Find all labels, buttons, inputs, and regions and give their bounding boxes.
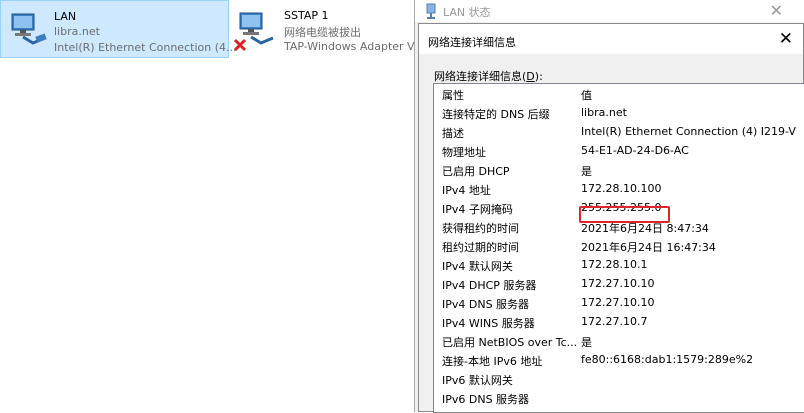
row-value: 54-E1-AD-24-D6-AC [581,144,689,157]
table-row[interactable]: 租约过期的时间 2021年6月24日 16:47:34 [434,236,804,255]
dialog-titlebar: 网络连接详细信息 ✕ [419,24,803,54]
list-label-accesskey: D [526,70,535,83]
row-property: 租约过期的时间 [442,241,519,254]
adapter-name: SSTAP 1 [284,9,329,22]
row-value: 172.27.10.7 [581,315,648,328]
table-row[interactable]: IPv4 WINS 服务器 172.27.10.7 [434,312,804,331]
row-property: IPv4 地址 [442,184,491,197]
adapter-device: TAP-Windows Adapter V9 [284,40,422,53]
row-property: 连接特定的 DNS 后缀 [442,108,550,121]
row-property: 获得租约的时间 [442,222,519,235]
row-property: IPv4 子网掩码 [442,203,513,216]
adapter-network: libra.net [54,25,100,38]
table-row[interactable]: IPv4 DNS 服务器 172.27.10.10 [434,293,804,312]
row-value: 172.28.10.1 [581,258,648,271]
row-value: 2021年6月24日 16:47:34 [581,241,716,254]
adapter-device: Intel(R) Ethernet Connection (4... [54,41,237,54]
column-header-property[interactable]: 属性 [442,87,464,103]
table-row[interactable]: 连接特定的 DNS 后缀 libra.net [434,103,804,122]
table-row[interactable]: 已启用 DHCP 是 [434,160,804,179]
row-property: 连接-本地 IPv6 地址 [442,355,543,368]
network-adapter-icon [11,13,47,45]
network-status-icon [426,3,436,19]
table-row[interactable]: 已启用 NetBIOS over Tc... 是 [434,331,804,350]
row-value: fe80::6168:dab1:1579:289e%2 [581,353,754,366]
status-window-title: LAN 状态 [443,6,491,19]
list-label-text: 网络连接详细信息( [434,70,527,83]
row-property: IPv4 DNS 服务器 [442,298,530,311]
adapter-lan[interactable]: LAN libra.net Intel(R) Ethernet Connecti… [0,0,236,58]
table-row[interactable]: 描述 Intel(R) Ethernet Connection (4) I219-… [434,122,804,141]
adapter-name: LAN [54,10,77,23]
row-value: Intel(R) Ethernet Connection (4) I219-V [581,125,796,138]
table-row[interactable]: IPv4 默认网关 172.28.10.1 [434,255,804,274]
details-listview[interactable]: 属性 值 连接特定的 DNS 后缀 libra.net 描述 Intel(R) Eth… [433,83,804,413]
row-property: IPv4 默认网关 [442,260,513,273]
adapter-sstap[interactable]: SSTAP 1 网络电缆被拔出 TAP-Windows Adapter V9 [229,0,422,58]
table-row[interactable]: IPv6 默认网关 [434,369,804,388]
table-row[interactable]: IPv4 DHCP 服务器 172.27.10.10 [434,274,804,293]
row-property: 物理地址 [442,146,486,159]
row-property: IPv4 WINS 服务器 [442,317,535,330]
row-property: IPv4 DHCP 服务器 [442,279,537,292]
ipv4-highlight-box [579,206,670,223]
dialog-title: 网络连接详细信息 [428,36,516,49]
row-value: 172.27.10.10 [581,296,655,309]
row-property: IPv6 DNS 服务器 [442,393,530,406]
row-value: 是 [581,165,592,178]
row-property: 已启用 NetBIOS over Tc... [442,336,578,349]
row-value: libra.net [581,106,627,119]
status-titlebar: LAN 状态 ✕ [415,0,804,22]
close-icon[interactable]: ✕ [779,29,793,49]
row-value: 172.27.10.10 [581,277,655,290]
listview-header: 属性 值 [434,84,804,103]
table-row[interactable]: 物理地址 54-E1-AD-24-D6-AC [434,141,804,160]
row-value: 是 [581,336,592,349]
table-row[interactable]: IPv6 DNS 服务器 [434,388,804,407]
connection-details-dialog: 网络连接详细信息 ✕ 网络连接详细信息(D): 属性 值 连接特定的 DNS 后… [418,23,804,413]
row-property: 已启用 DHCP [442,165,510,178]
details-list-label: 网络连接详细信息(D): [434,68,543,84]
row-property: 描述 [442,127,464,140]
row-value: 172.28.10.100 [581,182,662,195]
close-icon[interactable]: ✕ [770,1,783,21]
column-header-value[interactable]: 值 [581,87,592,103]
list-label-suffix: ): [534,70,543,83]
table-row[interactable]: 连接-本地 IPv6 地址 fe80::6168:dab1:1579:289e%2 [434,350,804,369]
row-property: IPv6 默认网关 [442,374,513,387]
table-row[interactable]: IPv4 地址 172.28.10.100 [434,179,804,198]
disconnected-x-icon [233,38,247,52]
adapter-status: 网络电缆被拔出 [284,26,361,39]
